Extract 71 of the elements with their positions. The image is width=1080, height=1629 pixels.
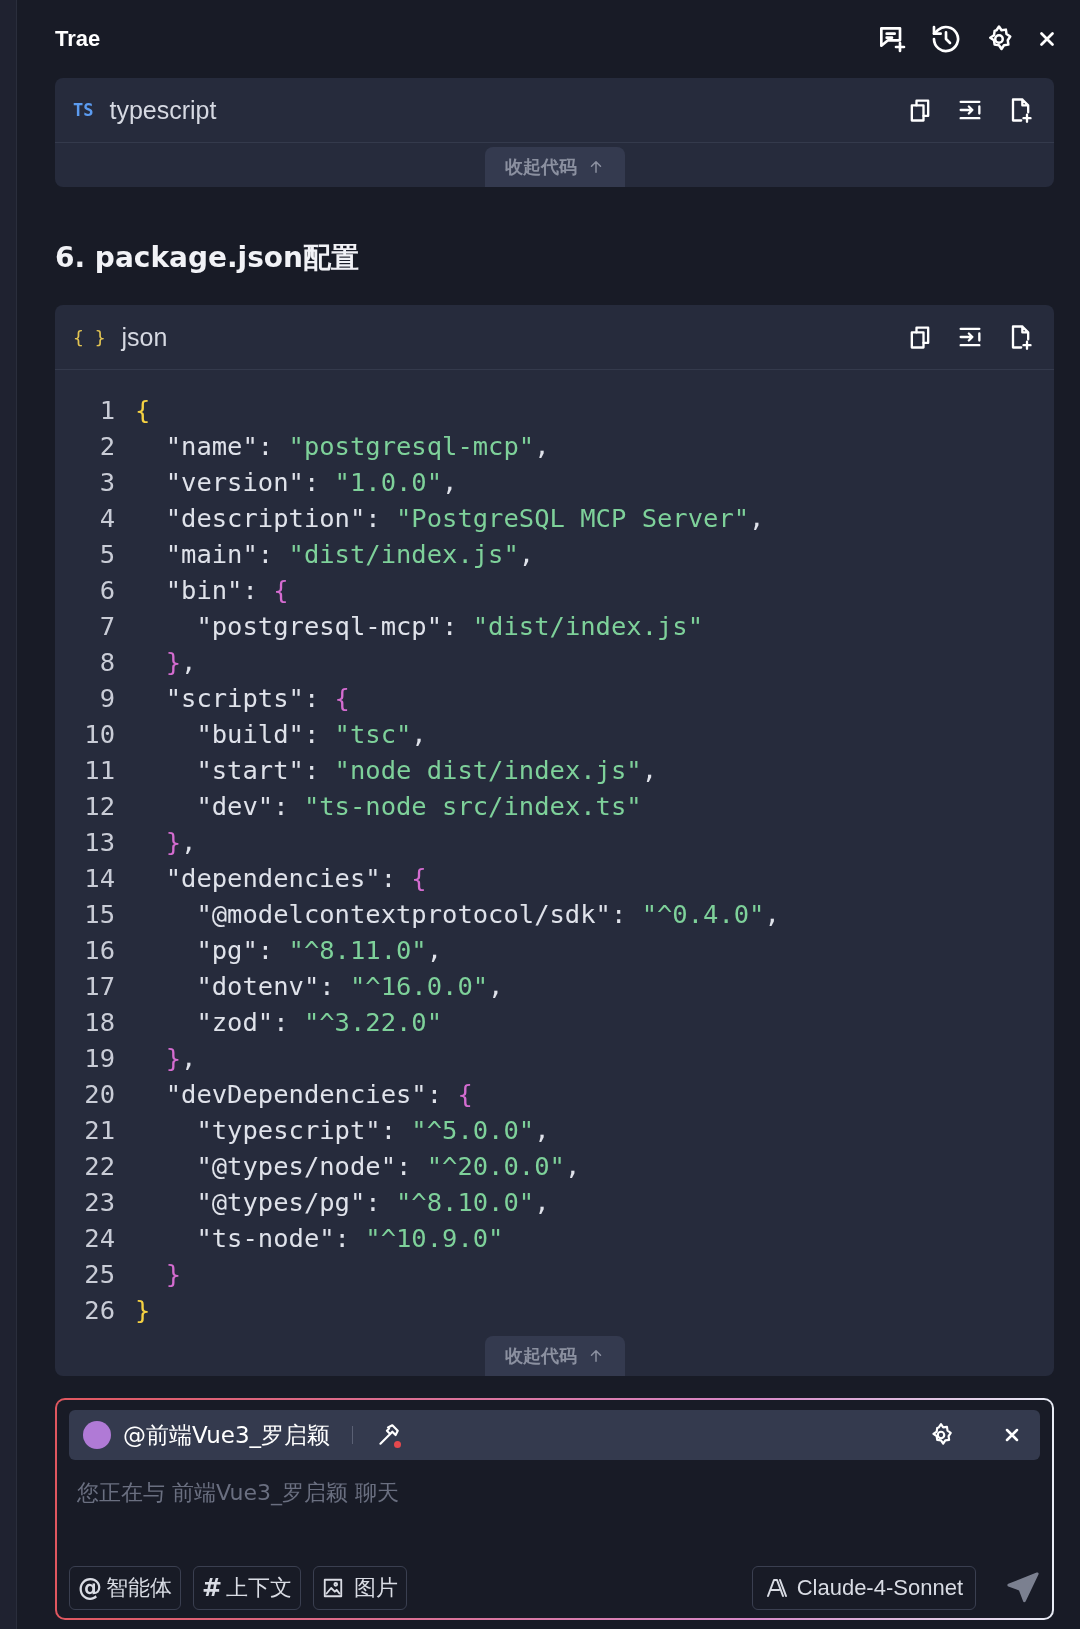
window-title: Trae [55,26,102,52]
code-line: "postgresql-mcp": "dist/index.js" [195,610,704,643]
line-number: 15 [83,898,116,931]
collapse-code-button[interactable]: 收起代码 [484,1336,625,1376]
code-line: "dependencies": { [164,862,427,895]
line-number: 3 [98,466,116,499]
line-number: 17 [83,970,116,1003]
line-number: 10 [83,718,116,751]
code-line: }, [164,826,197,859]
line-number: 24 [83,1222,116,1255]
image-icon [322,1577,345,1599]
line-number: 22 [83,1150,116,1183]
code-line: "@types/node": "^20.0.0", [195,1150,581,1183]
line-number: 5 [98,538,116,571]
line-number: 8 [98,646,116,679]
code-line: "@modelcontextprotocol/sdk": "^0.4.0", [195,898,780,931]
line-number: 18 [83,1006,116,1039]
line-number: 6 [98,574,116,607]
code-line: "pg": "^8.11.0", [195,934,443,967]
context-chip[interactable]: # 上下文 [193,1566,302,1610]
code-line: "ts-node": "^10.9.0" [195,1222,504,1255]
line-number: 13 [83,826,116,859]
line-number: 11 [83,754,116,787]
file-type-label: TS [73,100,94,120]
message-input[interactable]: 您正在与 前端Vue3_罗启颖 聊天 [69,1460,785,1525]
model-logo-icon [764,1576,789,1600]
line-number: 2 [98,430,116,463]
code-line: } [135,1294,151,1327]
code-line: "description": "PostgreSQL MCP Server", [164,502,765,535]
agent-name[interactable]: @前端Vue3_罗启颖 [123,1419,331,1451]
code-line: "bin": { [164,574,289,607]
line-number: 14 [83,862,116,895]
code-line: "@types/pg": "^8.10.0", [195,1186,550,1219]
line-number: 4 [98,502,116,535]
history-icon[interactable] [930,23,962,55]
code-line: "version": "1.0.0", [164,466,458,499]
code-line: "zod": "^3.22.0" [195,1006,443,1039]
line-number: 16 [83,934,116,967]
avatar-icon [83,1421,111,1449]
code-line: "dotenv": "^16.0.0", [195,970,504,1003]
agent-chip[interactable]: @ 智能体 [69,1566,181,1610]
line-number: 12 [83,790,116,823]
line-number: 21 [83,1114,116,1147]
code-line: { [135,394,151,427]
line-number: 1 [98,394,116,427]
code-line: "devDependencies": { [164,1078,473,1111]
line-number: 26 [83,1294,116,1327]
line-number: 23 [83,1186,116,1219]
code-line: "typescript": "^5.0.0", [195,1114,550,1147]
code-line: "main": "dist/index.js", [164,538,535,571]
collapse-code-button[interactable]: 收起代码 [484,147,625,187]
line-number: 7 [98,610,116,643]
language-label: typescript [109,95,218,125]
image-chip[interactable]: 图片 [313,1566,408,1610]
code-line: "name": "postgresql-mcp", [164,430,550,463]
code-line: "dev": "ts-node src/index.ts" [195,790,642,823]
code-line: "build": "tsc", [195,718,427,751]
code-line: } [164,1258,182,1291]
section-heading: 6. package.json配置 [55,240,361,276]
line-number: 20 [83,1078,116,1111]
line-number: 25 [83,1258,116,1291]
model-selector[interactable]: Claude-4-Sonnet [751,1566,976,1610]
line-number: 19 [83,1042,116,1075]
line-number: 9 [98,682,116,715]
code-line: }, [164,1042,197,1075]
code-line: "start": "node dist/index.js", [195,754,657,787]
language-label: json [121,322,169,352]
code-line: }, [164,646,197,679]
code-line: "scripts": { [164,682,350,715]
file-type-label: { } [73,326,106,348]
send-icon[interactable] [1006,1571,1040,1605]
